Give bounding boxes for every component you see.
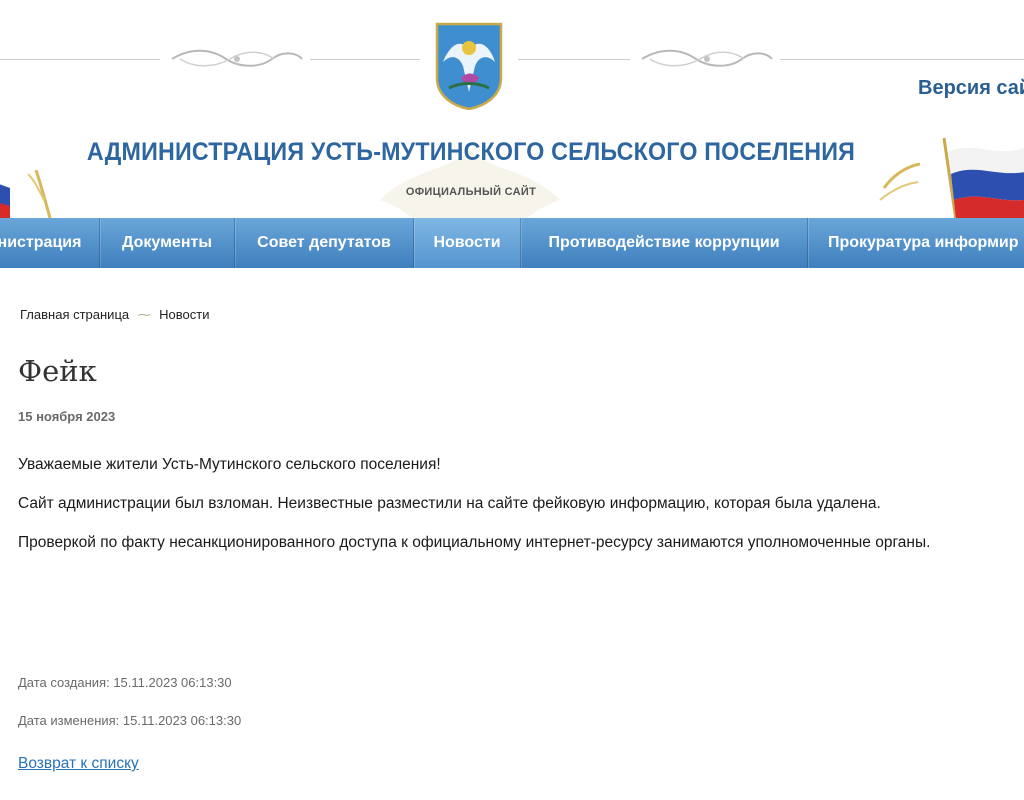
coat-of-arms-emblem [435,22,503,110]
nav-item-prosecutor[interactable]: Прокуратура информир [808,218,1024,268]
ornament-right-icon [641,49,773,67]
modified-date: Дата изменения: 15.11.2023 06:13:30 [18,713,242,728]
breadcrumb: Главная страница ⁓ Новости [20,307,209,323]
ornament-left-icon [171,49,303,67]
header-divider-right [780,59,1024,60]
header-divider-mid-left [310,59,420,60]
header-divider-left [0,59,160,60]
accessible-version-link[interactable]: Версия сай [918,77,1024,100]
article-paragraph: Уважаемые жители Усть-Мутинского сельско… [18,456,441,473]
nav-item-administration[interactable]: нистрация [0,218,100,268]
nav-item-anticorruption[interactable]: Противодействие коррупции [521,218,808,268]
nav-item-documents[interactable]: Документы [100,218,235,268]
created-date: Дата создания: 15.11.2023 06:13:30 [18,675,232,690]
page-title: Фейк [18,354,97,388]
article-paragraph: Сайт администрации был взломан. Неизвест… [18,495,881,512]
site-subtitle: ОФИЦИАЛЬНЫЙ САЙТ [405,186,537,198]
site-header: АДМИНИСТРАЦИЯ УСТЬ-МУТИНСКОГО СЕЛЬСКОГО … [0,0,1024,218]
news-date: 15 ноября 2023 [18,409,116,424]
nav-item-news[interactable]: Новости [414,218,521,268]
breadcrumb-current: Новости [159,307,210,322]
nav-item-council[interactable]: Совет депутатов [235,218,414,268]
site-title: АДМИНИСТРАЦИЯ УСТЬ-МУТИНСКОГО СЕЛЬСКОГО … [86,138,856,166]
breadcrumb-home-link[interactable]: Главная страница [20,307,129,322]
main-nav: нистрация Документы Совет депутатов Ново… [0,218,1024,268]
breadcrumb-separator-icon: ⁓ [137,307,151,322]
article-paragraph: Проверкой по факту несанкционированного … [18,534,931,551]
header-divider-mid-right [518,59,630,60]
back-to-list-link[interactable]: Возврат к списку [18,755,139,773]
